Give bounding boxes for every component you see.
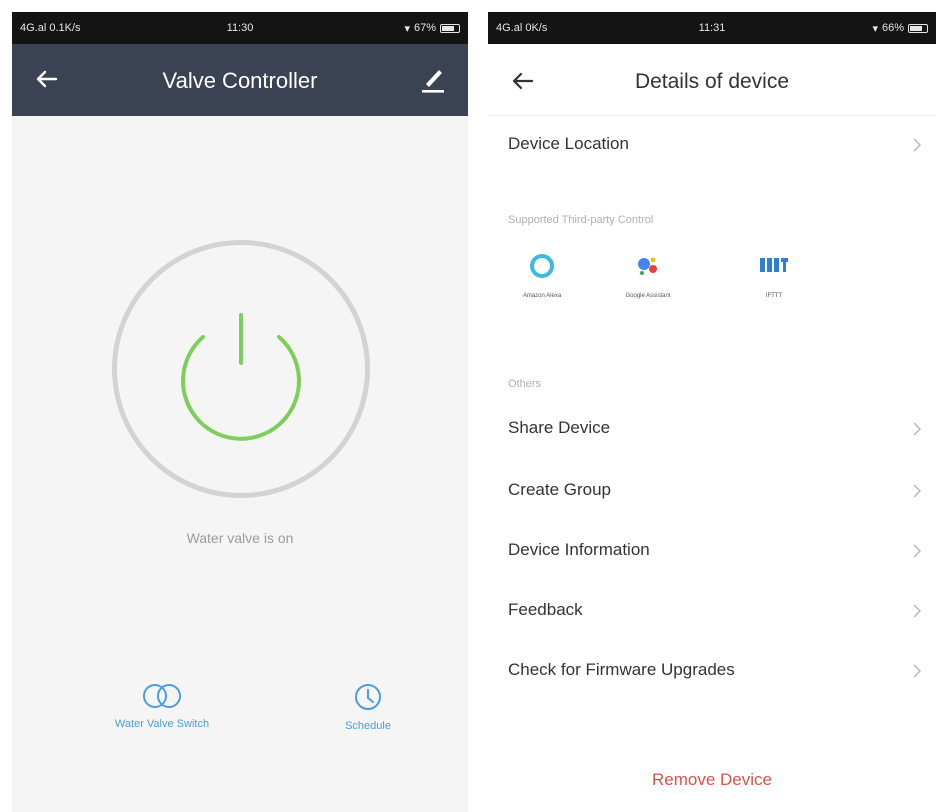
status-bar: 4G.al 0.1K/s 11:30 ▾ 67% [12,12,468,44]
firmware-upgrade-row[interactable]: Check for Firmware Upgrades [488,642,936,700]
status-time: 11:30 [226,22,254,34]
battery-icon [908,23,928,33]
alexa-caption: Amazon Alexa [522,293,562,299]
alexa-control[interactable]: Amazon Alexa [502,248,582,328]
share-device-label: Share Device [508,418,611,437]
network-status: 4G.al 0.1K/s [20,22,81,34]
device-information-label: Device Information [508,540,650,559]
edit-pencil-icon[interactable] [420,64,446,94]
battery-percent: 67% [413,22,436,34]
google-assistant-caption: Google Assistant [625,293,671,299]
battery-icon [440,23,460,33]
chevron-right-icon [913,138,922,152]
valve-controller-screen: 4G.al 0.1K/s 11:30 ▾ 67% Valve Controlle… [12,12,468,812]
battery-percent: 66% [881,22,904,34]
firmware-upgrade-label: Check for Firmware Upgrades [508,660,735,679]
chevron-right-icon [913,422,922,436]
page-title: Valve Controller [162,68,318,93]
header-bar: Details of device [488,44,936,116]
third-party-section-label: Supported Third-party Control [508,214,654,226]
network-status: 4G.al 0K/s [496,22,548,34]
alexa-icon [530,254,554,278]
status-time: 11:31 [698,22,726,34]
google-assistant-icon [638,257,657,275]
wifi-icon: ▾ [872,22,878,35]
page-title: Details of device [634,70,790,93]
share-device-row[interactable]: Share Device [488,400,936,458]
schedule-button[interactable]: Schedule [308,682,428,732]
device-location-label: Device Location [508,134,629,153]
power-button[interactable] [112,240,370,498]
status-indicators: ▾ 66% [872,22,928,35]
chevron-right-icon [913,604,922,618]
wifi-icon: ▾ [404,22,410,35]
feedback-label: Feedback [508,600,583,619]
others-section-label: Others [508,378,542,390]
google-assistant-control[interactable]: Google Assistant [608,248,688,328]
chevron-right-icon [913,484,922,498]
ifttt-caption: IFTTT [765,293,783,299]
chevron-right-icon [913,664,922,678]
ifttt-icon [760,258,788,272]
header-bar: Valve Controller [12,44,468,116]
device-details-screen: 4G.al 0K/s 11:31 ▾ 66% Details of device… [488,12,936,812]
status-indicators: ▾ 67% [404,22,460,35]
device-information-row[interactable]: Device Information [488,522,936,580]
chevron-right-icon [913,544,922,558]
clock-icon [355,684,381,710]
valve-status-text: Water valve is on [186,530,294,546]
create-group-row[interactable]: Create Group [488,462,936,520]
schedule-label: Schedule [345,720,391,732]
status-bar: 4G.al 0K/s 11:31 ▾ 66% [488,12,936,44]
ifttt-control[interactable]: IFTTT [734,248,814,328]
device-location-row[interactable]: Device Location [488,116,936,174]
water-valve-switch-label: Water Valve Switch [114,718,210,730]
remove-device-button[interactable]: Remove Device [488,770,936,790]
water-valve-switch-button[interactable]: Water Valve Switch [86,682,238,730]
create-group-label: Create Group [508,480,611,499]
toggle-icon [143,684,181,708]
feedback-row[interactable]: Feedback [488,582,936,640]
power-icon [181,313,301,441]
